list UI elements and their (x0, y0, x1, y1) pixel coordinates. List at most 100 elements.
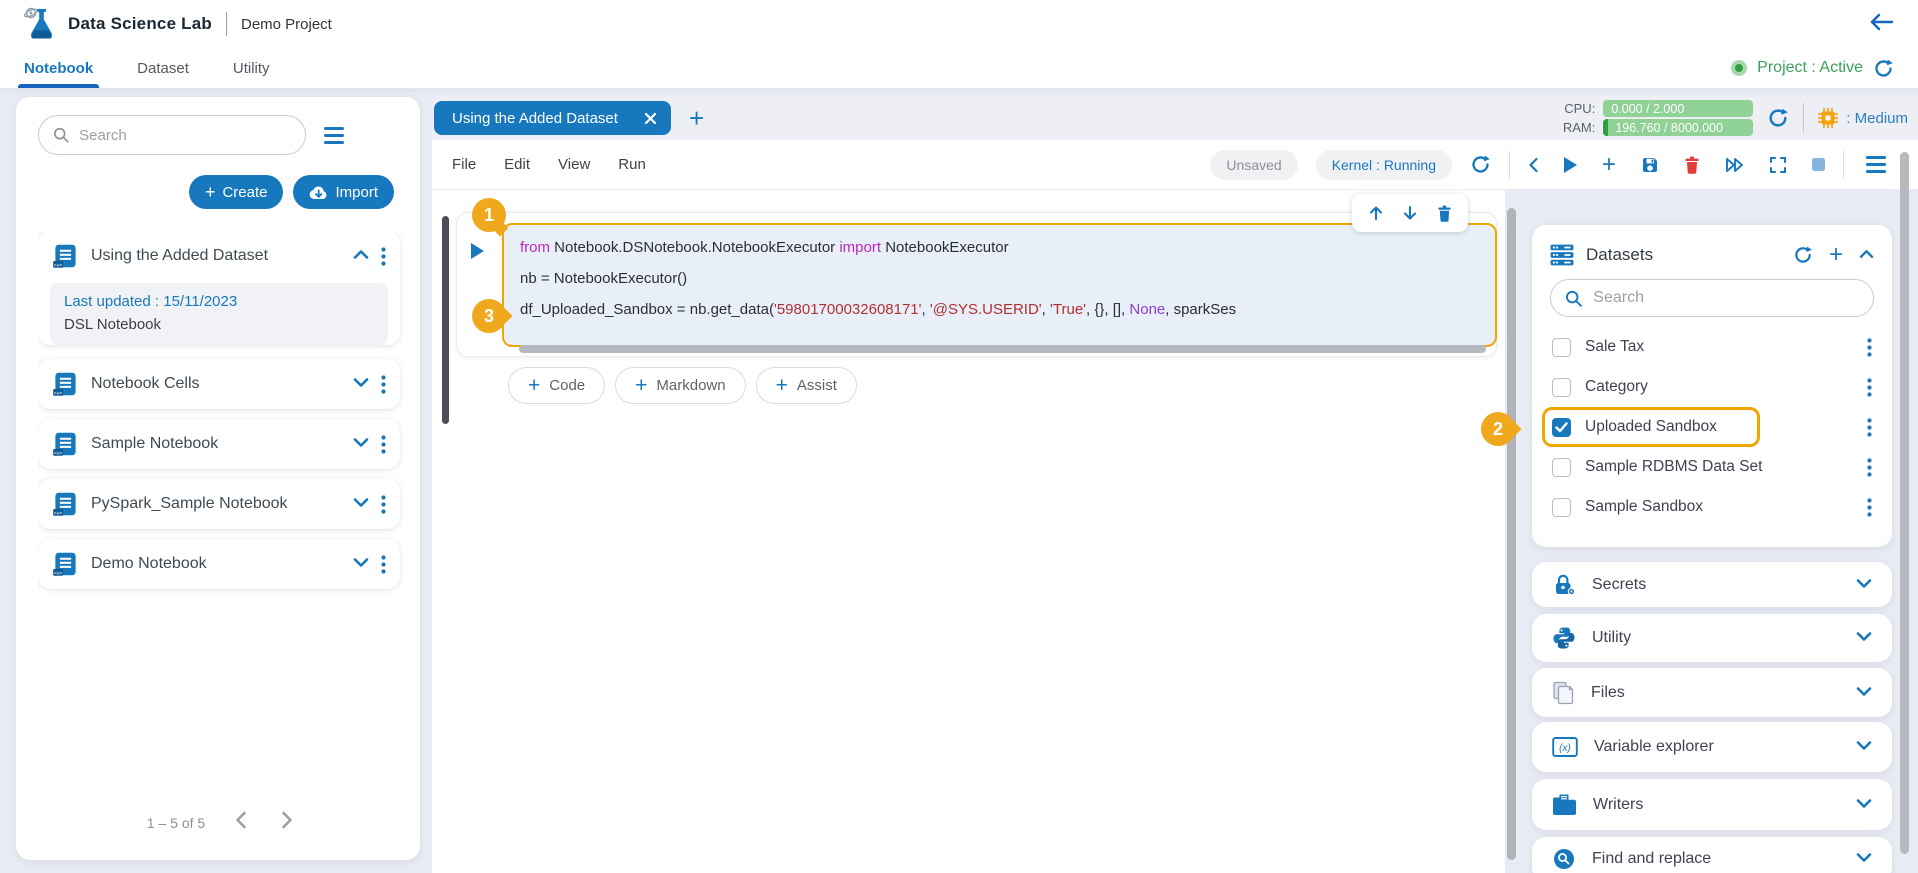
cpu-label: CPU: (1563, 101, 1596, 116)
chevron-down-icon[interactable] (1856, 738, 1872, 756)
dataset-checkbox-checked[interactable] (1552, 418, 1571, 437)
editor-menu-icon[interactable] (1862, 152, 1890, 177)
main-area-scrollbar[interactable] (1507, 208, 1516, 860)
add-assist-cell-button[interactable]: +Assist (756, 367, 857, 404)
run-all-icon[interactable] (1725, 156, 1744, 174)
editor-menu-bar: File Edit View Run Unsaved Kernel : Runn… (432, 140, 1918, 190)
collapse-datasets-icon[interactable] (1859, 246, 1874, 264)
notebook-sidebar: + Create Import <o> Using the Added Data… (16, 97, 420, 860)
dataset-checkbox[interactable] (1552, 498, 1571, 517)
notebook-row[interactable]: <o> Notebook Cells (38, 359, 400, 409)
move-cell-up-icon[interactable] (1369, 205, 1383, 221)
back-arrow-icon[interactable] (1868, 12, 1894, 37)
kebab-menu-icon[interactable] (381, 555, 386, 574)
instance-size-chip[interactable]: : Medium (1818, 108, 1908, 128)
delete-notebook-icon[interactable] (1684, 156, 1700, 174)
project-refresh-icon[interactable] (1873, 58, 1894, 79)
svg-text:(x): (x) (1559, 743, 1571, 754)
plus-icon: + (528, 375, 540, 396)
writers-folder-icon (1552, 793, 1577, 816)
menu-run[interactable]: Run (618, 156, 646, 173)
nav-tab-utility[interactable]: Utility (233, 48, 270, 88)
chevron-down-icon[interactable] (1856, 684, 1872, 702)
add-code-cell-button[interactable]: +Code (508, 367, 605, 404)
add-dataset-icon[interactable]: + (1829, 243, 1843, 267)
new-tab-icon[interactable]: + (689, 105, 704, 131)
sidebar-menu-icon[interactable] (320, 123, 348, 148)
code-cell[interactable]: from Notebook.DSNotebook.NotebookExecuto… (456, 212, 1497, 357)
chevron-down-icon[interactable] (353, 495, 369, 513)
sidebar-search-input[interactable] (77, 126, 291, 145)
kebab-menu-icon[interactable] (1867, 378, 1872, 397)
menu-file[interactable]: File (452, 156, 476, 173)
section-find-and-replace[interactable]: Find and replace (1532, 837, 1892, 873)
section-files[interactable]: Files (1532, 668, 1892, 717)
plus-icon: + (635, 375, 647, 396)
run-cell-icon[interactable] (1564, 157, 1577, 173)
tab-close-icon[interactable] (644, 112, 657, 125)
annotation-badge-2: 2 (1481, 412, 1515, 446)
chevron-down-icon[interactable] (1856, 629, 1872, 647)
dataset-checkbox[interactable] (1552, 458, 1571, 477)
datasets-refresh-icon[interactable] (1793, 245, 1813, 265)
stats-refresh-icon[interactable] (1767, 107, 1789, 129)
chevron-down-icon[interactable] (353, 435, 369, 453)
kernel-refresh-icon[interactable] (1470, 154, 1491, 175)
delete-cell-icon[interactable] (1437, 205, 1452, 222)
create-button[interactable]: + Create (189, 175, 284, 209)
nav-tab-notebook[interactable]: Notebook (24, 48, 93, 88)
dataset-checkbox[interactable] (1552, 338, 1571, 357)
chevron-down-icon[interactable] (353, 375, 369, 393)
menu-view[interactable]: View (558, 156, 590, 173)
chevron-down-icon[interactable] (1856, 796, 1872, 814)
right-panel-scrollbar[interactable] (1900, 152, 1909, 854)
section-utility[interactable]: Utility (1532, 614, 1892, 662)
chevron-up-icon[interactable] (353, 247, 369, 265)
chevron-down-icon[interactable] (1856, 850, 1872, 868)
notebook-row[interactable]: <o> Demo Notebook (38, 539, 400, 589)
section-variable-explorer[interactable]: (x) Variable explorer (1532, 722, 1892, 772)
next-page-icon[interactable] (277, 807, 297, 838)
chevron-down-icon[interactable] (353, 555, 369, 573)
nav-tab-dataset[interactable]: Dataset (137, 48, 189, 88)
dataset-checkbox[interactable] (1552, 378, 1571, 397)
section-writers[interactable]: Writers (1532, 779, 1892, 830)
kebab-menu-icon[interactable] (381, 435, 386, 454)
code-horizontal-scrollbar[interactable] (519, 345, 1486, 353)
ram-usage-pill: 196.760 / 8000.000 (1603, 119, 1753, 136)
run-this-cell-icon[interactable] (471, 243, 484, 259)
chevron-down-icon[interactable] (1856, 576, 1872, 594)
notebook-row[interactable]: <o> Using the Added Dataset (38, 231, 400, 281)
annotation-badge-3: 3 (472, 299, 506, 333)
prev-page-icon[interactable] (231, 807, 251, 838)
prev-cell-icon[interactable] (1528, 157, 1539, 173)
fullscreen-icon[interactable] (1769, 156, 1787, 174)
stop-kernel-icon[interactable] (1812, 158, 1825, 171)
import-button[interactable]: Import (293, 175, 394, 209)
notebook-row[interactable]: <o> PySpark_Sample Notebook (38, 479, 400, 529)
instance-size-label: : Medium (1846, 110, 1908, 127)
editor-tab[interactable]: Using the Added Dataset (434, 101, 671, 135)
add-cell-icon[interactable]: + (1602, 153, 1616, 177)
kebab-menu-icon[interactable] (1867, 338, 1872, 357)
kebab-menu-icon[interactable] (381, 495, 386, 514)
kebab-menu-icon[interactable] (1867, 458, 1872, 477)
save-notebook-icon[interactable] (1641, 156, 1659, 174)
notebook-row[interactable]: <o> Sample Notebook (38, 419, 400, 469)
menu-edit[interactable]: Edit (504, 156, 530, 173)
kebab-menu-icon[interactable] (1867, 418, 1872, 437)
notebook-details: Last updated : 15/11/2023 DSL Notebook (50, 283, 388, 345)
cell-toolbar (1352, 194, 1468, 232)
svg-text:<o>: <o> (54, 262, 63, 268)
main-nav: Notebook Dataset Utility Project : Activ… (0, 48, 1918, 89)
datasets-search-input[interactable] (1591, 288, 1859, 308)
move-cell-down-icon[interactable] (1403, 205, 1417, 221)
kebab-menu-icon[interactable] (381, 247, 386, 266)
code-editor[interactable]: from Notebook.DSNotebook.NotebookExecuto… (502, 223, 1497, 347)
svg-text:<o>: <o> (54, 390, 63, 396)
kebab-menu-icon[interactable] (381, 375, 386, 394)
datasets-title: Datasets (1586, 245, 1781, 265)
kebab-menu-icon[interactable] (1867, 498, 1872, 517)
section-secrets[interactable]: Secrets (1532, 562, 1892, 607)
add-markdown-cell-button[interactable]: +Markdown (615, 367, 745, 404)
